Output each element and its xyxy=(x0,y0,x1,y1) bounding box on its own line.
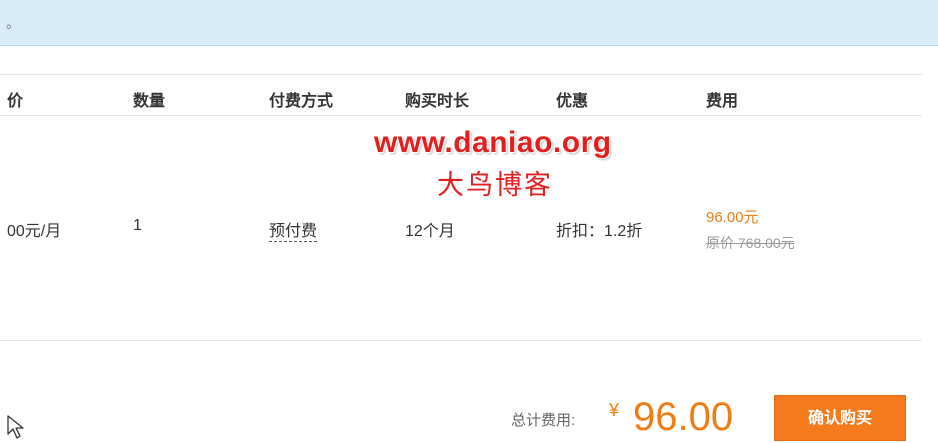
header-payment-method: 付费方式 xyxy=(269,93,334,110)
watermark-name: 大鸟博客 xyxy=(437,170,553,201)
header-cost: 费用 xyxy=(706,93,739,110)
currency-symbol: ¥ xyxy=(609,400,620,420)
confirm-purchase-button[interactable]: 确认购买 xyxy=(774,395,906,441)
notice-text: 。 xyxy=(6,15,20,31)
table-top-divider xyxy=(0,74,922,75)
total-value: 96.00 xyxy=(633,395,734,439)
cell-price-original: 原价 768.00元 xyxy=(706,235,795,251)
cell-duration: 12个月 xyxy=(405,223,455,240)
cell-unit-price: 00元/月 xyxy=(7,223,62,240)
watermark-site: www.daniao.org xyxy=(374,126,612,159)
cell-discount: 折扣：1.2折 xyxy=(556,223,643,240)
header-quantity: 数量 xyxy=(133,93,166,110)
total-label: 总计费用: xyxy=(511,412,576,429)
table-header-divider xyxy=(0,115,922,116)
mouse-pointer-icon xyxy=(7,415,24,439)
cell-price-now: 96.00元 xyxy=(706,209,759,226)
cell-quantity: 1 xyxy=(133,217,142,234)
order-confirm-page: 。 价 数量 付费方式 购买时长 优惠 费用 00元/月 1 预付费 12个月 … xyxy=(0,0,938,443)
header-unit-price: 价 xyxy=(7,93,24,110)
cell-payment-method[interactable]: 预付费 xyxy=(269,217,318,242)
notice-bar: 。 xyxy=(0,0,938,46)
header-duration: 购买时长 xyxy=(405,93,470,110)
payment-method-tooltip-link[interactable]: 预付费 xyxy=(269,223,318,242)
table-bottom-divider xyxy=(0,340,922,341)
header-discount: 优惠 xyxy=(556,93,589,110)
